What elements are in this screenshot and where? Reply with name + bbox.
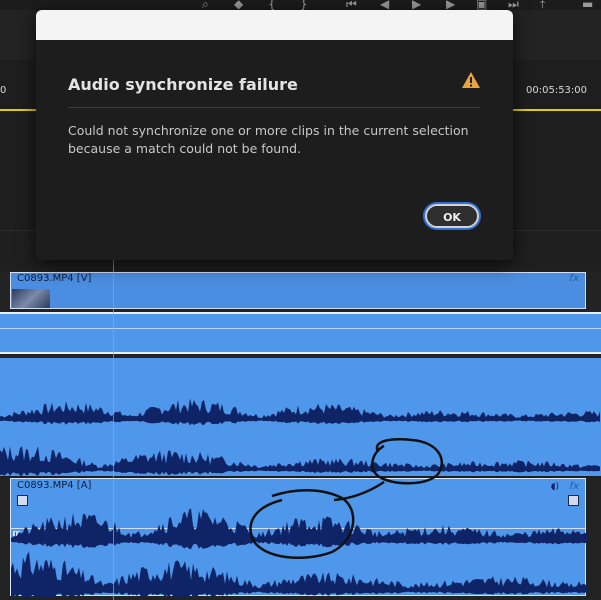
dialog-header-strip xyxy=(36,10,513,40)
audio-clip-upper[interactable] xyxy=(0,358,601,476)
dialog-message: Could not synchronize one or more clips … xyxy=(68,123,469,156)
waveform-lower xyxy=(11,508,587,597)
linked-clip-band[interactable] xyxy=(0,312,601,354)
fx-icon[interactable]: fx xyxy=(570,273,579,284)
dialog-divider xyxy=(68,107,480,108)
video-clip[interactable]: C0893.MP4 [V] fx xyxy=(10,272,586,309)
insert-icon[interactable]: ⤒ xyxy=(540,0,545,12)
video-clip-label: C0893.MP4 [V] xyxy=(17,273,92,284)
ruler-label-right: 00:05:53:00 xyxy=(526,85,588,96)
waveform-upper xyxy=(0,398,600,476)
ok-button[interactable]: OK xyxy=(425,204,479,228)
warning-icon xyxy=(462,72,480,88)
audio-sync-failure-dialog: Audio synchronize failure Could not sync… xyxy=(36,10,513,260)
ruler-label-left: 0 xyxy=(0,85,7,96)
band-divider xyxy=(0,328,601,329)
overwrite-icon[interactable]: ▬ xyxy=(582,0,593,11)
clip-thumbnail xyxy=(12,289,50,308)
timeline-toolbar: ⌕ ◆ { } ⏮ ◀ ▶ ▶ ▣ ⏭ ⤒ ▬ xyxy=(0,0,601,12)
dialog-title: Audio synchronize failure xyxy=(68,75,298,94)
audio-clip[interactable]: C0893.MP4 [A] fx ◖) L L xyxy=(10,478,587,597)
